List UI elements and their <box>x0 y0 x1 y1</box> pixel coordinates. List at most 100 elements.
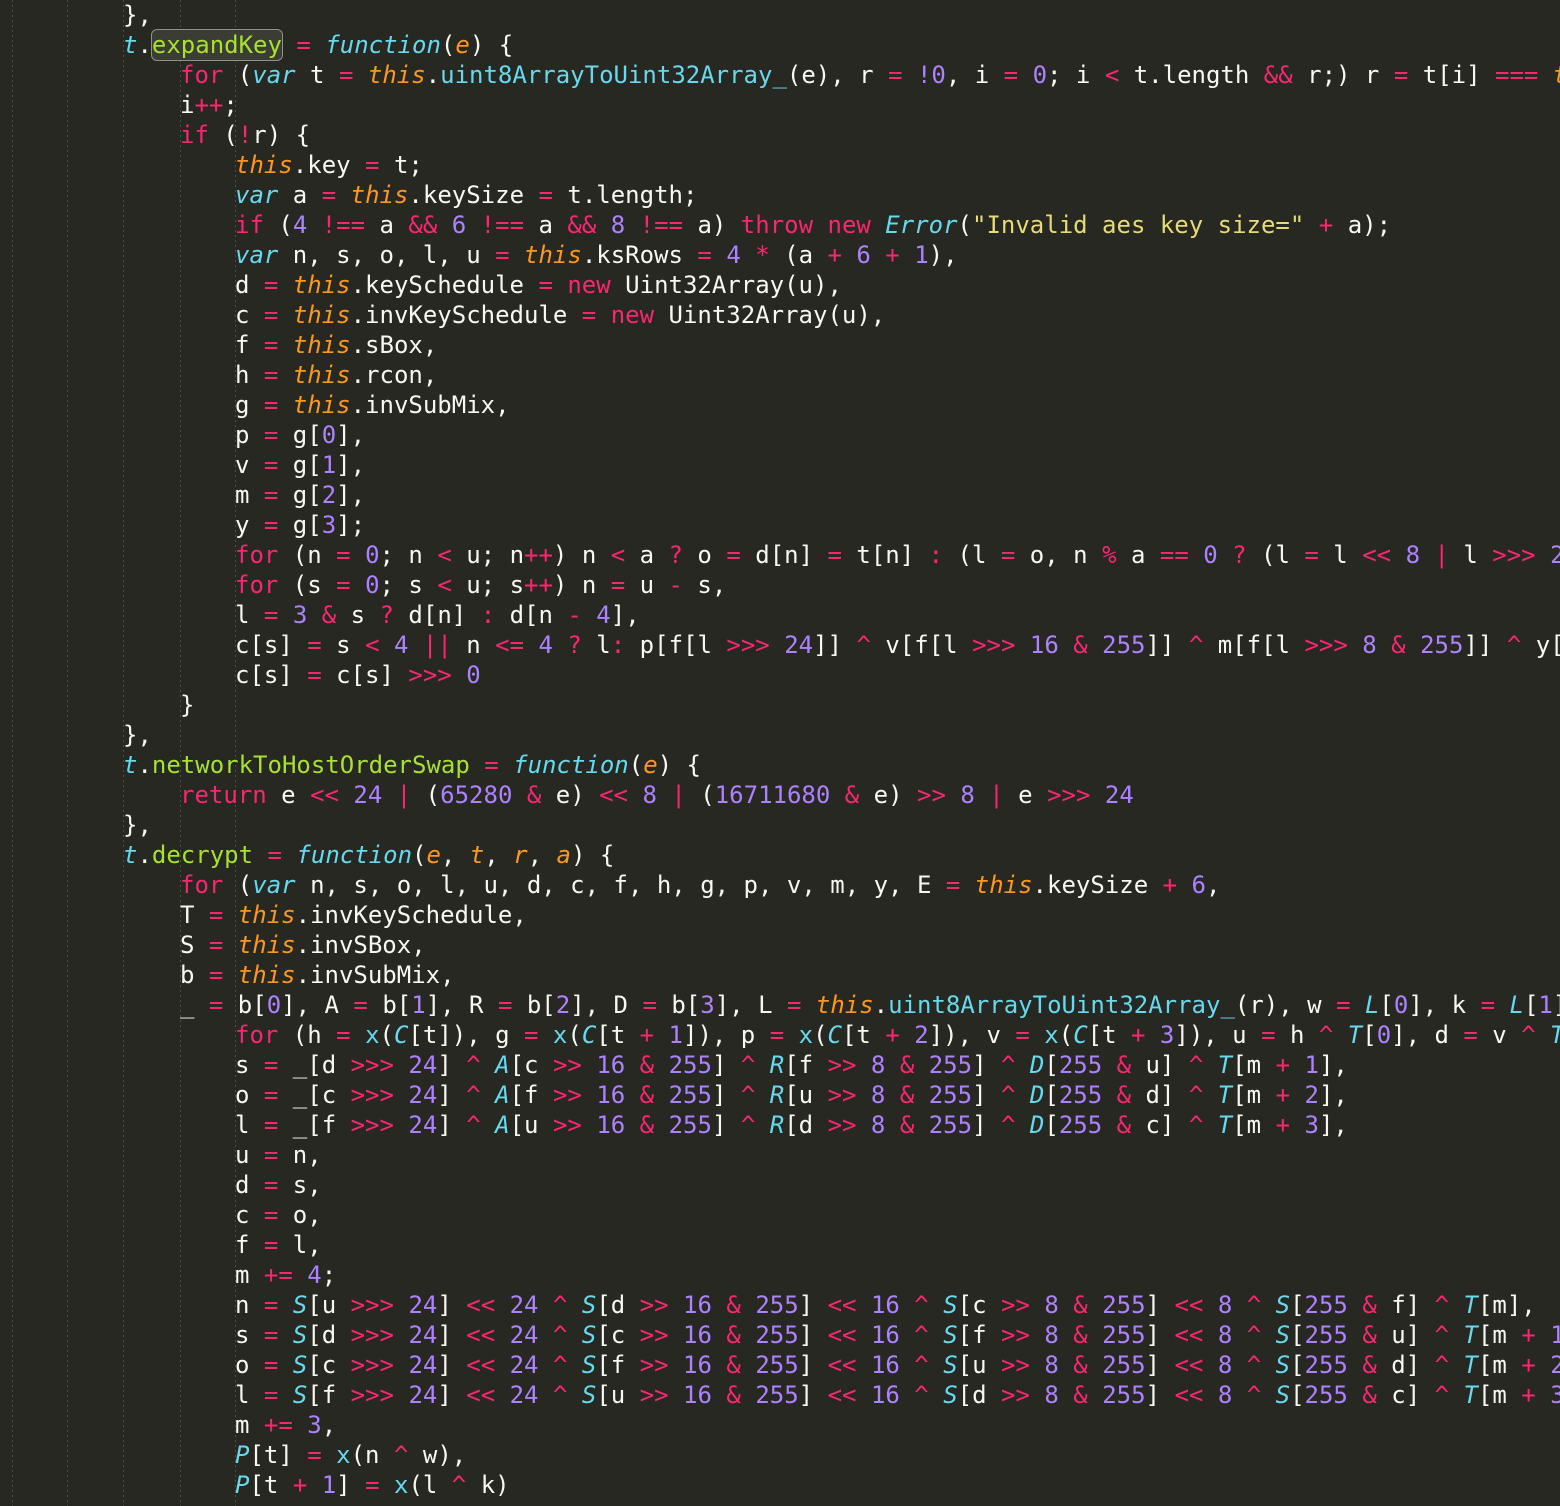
code-token: = <box>263 391 279 419</box>
code-line[interactable]: }, <box>0 810 1560 840</box>
code-token: c[s] <box>235 661 308 689</box>
code-line[interactable]: v = g[1], <box>0 450 1560 480</box>
code-line[interactable]: _ = b[0], A = b[1], R = b[2], D = b[3], … <box>0 990 1560 1020</box>
code-token: ; n <box>379 541 438 569</box>
code-token: this <box>235 151 293 179</box>
code-line[interactable]: t.networkToHostOrderSwap = function(e) { <box>0 750 1560 780</box>
code-line[interactable]: l = _[f >>> 24] ^ A[u >> 16 & 255] ^ R[d… <box>0 1110 1560 1140</box>
code-token: 8 <box>1044 1381 1059 1409</box>
code-line[interactable]: s = _[d >>> 24] ^ A[c >> 16 & 255] ^ R[f… <box>0 1050 1560 1080</box>
code-line[interactable]: P[t] = x(n ^ w), <box>0 1440 1560 1470</box>
code-line[interactable]: var a = this.keySize = t.length; <box>0 180 1560 210</box>
code-line[interactable]: P[t + 1] = x(l ^ k) <box>0 1470 1560 1500</box>
code-token: = <box>786 991 802 1019</box>
code-token: & <box>711 1321 741 1349</box>
code-line[interactable]: o = _[c >>> 24] ^ A[f >> 16 & 255] ^ R[u… <box>0 1080 1560 1110</box>
code-token: t[i] <box>1408 61 1495 89</box>
code-line[interactable]: f = l, <box>0 1230 1560 1260</box>
code-line[interactable]: return e << 24 | (65280 & e) << 8 | (167… <box>0 780 1560 810</box>
code-line[interactable]: for (var t = this.uint8ArrayToUint32Arra… <box>0 60 1560 90</box>
code-line[interactable]: if (4 !== a && 6 !== a && 8 !== a) throw… <box>0 210 1560 240</box>
code-line[interactable]: p = g[0], <box>0 420 1560 450</box>
code-token: 3 <box>1159 1021 1175 1049</box>
code-token: , <box>484 841 514 869</box>
code-line[interactable]: l = S[f >>> 24] << 24 ^ S[u >> 16 & 255]… <box>0 1380 1560 1410</box>
code-line[interactable]: var n, s, o, l, u = this.ksRows = 4 * (a… <box>0 240 1560 270</box>
code-line[interactable]: for (s = 0; s < u; s++) n = u - s, <box>0 570 1560 600</box>
code-line[interactable]: d = s, <box>0 1170 1560 1200</box>
code-line[interactable]: for (var n, s, o, l, u, d, c, f, h, g, p… <box>0 870 1560 900</box>
code-line[interactable]: c[s] = s < 4 || n <= 4 ? l: p[f[l >>> 24… <box>0 630 1560 660</box>
code-content[interactable]: }, t.expandKey = function(e) {for (var t … <box>0 0 1560 1500</box>
code-line[interactable]: if (!r) { <box>0 120 1560 150</box>
code-line[interactable]: o = S[c >>> 24] << 24 ^ S[f >> 16 & 255]… <box>0 1350 1560 1380</box>
code-line[interactable]: } <box>0 690 1560 720</box>
code-line[interactable]: d = this.keySchedule = new Uint32Array(u… <box>0 270 1560 300</box>
code-line[interactable]: t.expandKey = function(e) { <box>0 29 1560 61</box>
code-token: 24 <box>509 1381 539 1409</box>
code-line[interactable]: c = this.invKeySchedule = new Uint32Arra… <box>0 300 1560 330</box>
code-token: ( <box>223 871 253 899</box>
code-line[interactable]: h = this.rcon, <box>0 360 1560 390</box>
code-token: ], <box>336 481 366 509</box>
code-token: += <box>263 1261 293 1289</box>
code-line[interactable]: t.decrypt = function(e, t, r, a) { <box>0 840 1560 870</box>
code-token: this <box>815 991 874 1019</box>
code-token: 24 <box>408 1321 438 1349</box>
code-token: }, <box>123 721 152 749</box>
code-token: 3 <box>307 1411 322 1439</box>
code-token: 24 <box>408 1111 438 1139</box>
code-line[interactable]: for (n = 0; n < u; n++) n < a ? o = d[n]… <box>0 540 1560 570</box>
code-line[interactable]: m += 3, <box>0 1410 1560 1440</box>
code-token: S <box>581 1351 597 1379</box>
code-line[interactable]: m = g[2], <box>0 480 1560 510</box>
code-token: m <box>235 481 264 509</box>
code-token: new <box>610 301 655 329</box>
code-token: ] <box>437 1351 467 1379</box>
code-line[interactable]: }, <box>0 0 1560 30</box>
code-token: ^ <box>1506 631 1522 659</box>
code-line[interactable]: b = this.invSubMix, <box>0 960 1560 990</box>
code-token: = <box>263 421 279 449</box>
code-line[interactable]: s = S[d >>> 24] << 24 ^ S[c >> 16 & 255]… <box>0 1320 1560 1350</box>
code-line[interactable]: n = S[u >>> 24] << 24 ^ S[d >> 16 & 255]… <box>0 1290 1560 1320</box>
code-line[interactable]: this.key = t; <box>0 150 1560 180</box>
code-line[interactable]: c = o, <box>0 1200 1560 1230</box>
code-token: [ <box>1379 991 1394 1019</box>
code-line[interactable]: T = this.invKeySchedule, <box>0 900 1560 930</box>
code-line[interactable]: for (h = x(C[t]), g = x(C[t + 1]), p = x… <box>0 1020 1560 1050</box>
code-token: ], <box>1318 1081 1348 1109</box>
code-token: = <box>307 631 322 659</box>
code-token: p[f[l <box>625 631 727 659</box>
code-line[interactable]: l = 3 & s ? d[n] : d[n - 4], <box>0 600 1560 630</box>
code-token: t.length <box>1119 61 1264 89</box>
code-token: 0 <box>1393 991 1409 1019</box>
code-editor[interactable]: }, t.expandKey = function(e) {for (var t … <box>0 0 1560 1506</box>
code-line[interactable]: y = g[3]; <box>0 510 1560 540</box>
code-token: 0 <box>1032 61 1048 89</box>
code-line[interactable]: m += 4; <box>0 1260 1560 1290</box>
code-line[interactable]: g = this.invSubMix, <box>0 390 1560 420</box>
code-token: = <box>263 1051 279 1079</box>
code-line[interactable]: }, <box>0 720 1560 750</box>
code-token: 1 <box>668 1021 683 1049</box>
code-line[interactable]: i++; <box>0 90 1560 120</box>
code-line[interactable]: S = this.invSBox, <box>0 930 1560 960</box>
code-line[interactable]: u = n, <box>0 1140 1560 1170</box>
highlighted-token[interactable]: expandKey <box>150 29 283 61</box>
code-token: 24 <box>408 1291 438 1319</box>
code-line[interactable]: f = this.sBox, <box>0 330 1560 360</box>
code-line[interactable]: c[s] = c[s] >>> 0 <box>0 660 1560 690</box>
code-token: .invKeySchedule <box>350 301 582 329</box>
code-token: ^ <box>740 1111 756 1139</box>
